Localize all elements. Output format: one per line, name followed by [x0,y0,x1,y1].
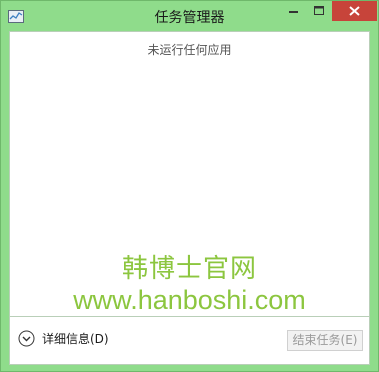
watermark-chinese: 韩博士官网 [121,254,257,284]
watermark-url: www.hanboshi.com [73,285,306,315]
end-task-button[interactable]: 结束任务(E) [287,330,363,351]
close-icon [349,6,360,16]
maximize-icon [314,6,324,15]
more-details-toggle[interactable]: 详细信息(D) [18,330,109,347]
app-list-panel: 未运行任何应用 韩博士官网 www.hanboshi.com [9,31,370,317]
minimize-icon [289,11,298,13]
more-details-label: 详细信息(D) [42,332,109,346]
chevron-down-circle-icon [18,330,35,347]
maximize-button[interactable] [306,1,332,21]
footer-bar: 详细信息(D) 结束任务(E) [9,317,370,365]
task-manager-window: 任务管理器 未运行任何应用 韩博士官网 www.hanboshi.com 详细信… [0,0,379,372]
minimize-button[interactable] [280,1,306,21]
empty-state-message: 未运行任何应用 [147,43,232,57]
close-button[interactable] [332,1,377,21]
title-bar[interactable]: 任务管理器 [1,1,378,31]
